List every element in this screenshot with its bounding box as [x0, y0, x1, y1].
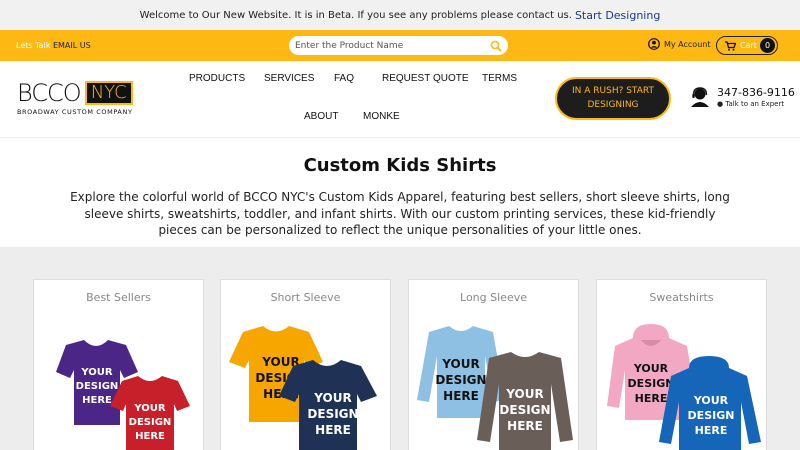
- nav-monke[interactable]: MONKE: [363, 111, 400, 122]
- support-agent-icon: [691, 87, 709, 107]
- cart-label: Cart: [740, 41, 757, 50]
- print-line-3: HERE: [135, 431, 165, 442]
- rush-start-designing-button[interactable]: IN A RUSH? START DESIGNING: [555, 77, 671, 120]
- print-line-1: YOUR: [133, 403, 166, 414]
- rush-line-1: IN A RUSH? START: [572, 86, 654, 96]
- lets-talk: Lets Talk EMAIL US: [16, 41, 91, 50]
- phone-number: 347-836-9116: [717, 86, 795, 99]
- print-line-2: DESIGN: [307, 407, 358, 421]
- email-us-link[interactable]: EMAIL US: [53, 41, 91, 50]
- print-line-1: YOUR: [80, 367, 113, 378]
- site-header: BCCO NYC BROADWAY CUSTOM COMPANY PRODUCT…: [0, 61, 800, 137]
- my-account-link[interactable]: My Account: [648, 38, 710, 50]
- card-title: Long Sleeve: [460, 291, 527, 304]
- phone-contact[interactable]: 347-836-9116 ● Talk to an Expert: [689, 86, 795, 108]
- nav-terms[interactable]: TERMS: [482, 73, 517, 84]
- utility-bar: Lets Talk EMAIL US My Account Cart 0: [0, 30, 800, 61]
- rush-line-2: DESIGNING: [587, 100, 639, 110]
- print-line-3: HERE: [507, 419, 543, 433]
- cart-count-badge: 0: [760, 38, 775, 53]
- logo-subtitle: BROADWAY CUSTOM COMPANY: [17, 108, 133, 116]
- bcco-logo[interactable]: BCCO NYC BROADWAY CUSTOM COMPANY: [17, 79, 153, 116]
- category-card-long-sleeve[interactable]: Long Sleeve YOUR DESIGN HERE YOUR DESIGN…: [408, 279, 579, 450]
- category-card-short-sleeve[interactable]: Short Sleeve YOUR DESIGN HERE YOUR DESIG…: [220, 279, 391, 450]
- print-line-1: YOUR: [505, 387, 543, 401]
- best-sellers-shirts-image: YOUR DESIGN HERE YOUR DESIGN HERE: [56, 340, 190, 450]
- search-icon[interactable]: [490, 40, 502, 52]
- print-line-2: DESIGN: [628, 377, 675, 390]
- print-line-3: HERE: [695, 424, 728, 437]
- print-line-1: YOUR: [693, 394, 729, 407]
- nav-faq[interactable]: FAQ: [334, 73, 354, 84]
- print-line-2: DESIGN: [688, 409, 735, 422]
- card-title: Best Sellers: [86, 291, 151, 304]
- talk-to-expert: ● Talk to an Expert: [717, 100, 785, 108]
- print-line-3: HERE: [315, 423, 351, 437]
- nav-services[interactable]: SERVICES: [264, 73, 314, 84]
- search-box: [289, 36, 508, 55]
- card-title: Sweatshirts: [649, 291, 714, 304]
- announcement-text: Welcome to Our New Website. It is in Bet…: [139, 9, 572, 21]
- print-line-2: DESIGN: [76, 381, 119, 392]
- nav-products[interactable]: PRODUCTS: [189, 73, 245, 84]
- search-input[interactable]: [295, 40, 475, 51]
- print-line-3: HERE: [443, 389, 479, 403]
- print-line-1: YOUR: [313, 391, 351, 405]
- intro-description: Explore the colorful world of BCCO NYC's…: [70, 190, 730, 237]
- print-line-2: DESIGN: [129, 417, 172, 428]
- nav-request-quote[interactable]: REQUEST QUOTE: [382, 73, 469, 84]
- short-sleeve-shirts-image: YOUR DESIGN HERE YOUR DESIGN HERE: [229, 326, 377, 450]
- cart-button[interactable]: Cart 0: [716, 36, 778, 55]
- intro-section: Custom Kids Shirts Explore the colorful …: [0, 137, 800, 247]
- lets-talk-label: Lets Talk: [16, 41, 51, 50]
- logo-accent: NYC: [84, 81, 133, 105]
- logo-main: BCCO: [17, 79, 82, 107]
- my-account-label: My Account: [664, 39, 711, 49]
- sweatshirts-image: YOUR DESIGN HERE YOUR DESIGN HERE: [607, 324, 761, 450]
- print-line-3: HERE: [82, 395, 112, 406]
- print-line-1: YOUR: [633, 362, 669, 375]
- page-title: Custom Kids Shirts: [303, 155, 497, 176]
- nav-about[interactable]: ABOUT: [304, 111, 338, 122]
- user-icon: [648, 38, 660, 50]
- print-line-1: YOUR: [441, 357, 479, 371]
- print-line-3: HERE: [635, 392, 668, 405]
- announcement-bar: Welcome to Our New Website. It is in Bet…: [0, 0, 800, 30]
- long-sleeve-shirts-image: YOUR DESIGN HERE YOUR DESIGN HERE: [417, 326, 573, 450]
- category-card-sweatshirts[interactable]: Sweatshirts YOUR DESIGN HERE YOUR DESIGN…: [596, 279, 767, 450]
- print-line-2: DESIGN: [499, 403, 550, 417]
- print-line-2: DESIGN: [435, 373, 486, 387]
- cart-icon: [725, 40, 736, 51]
- start-designing-link[interactable]: Start Designing: [575, 9, 660, 22]
- card-title: Short Sleeve: [270, 291, 341, 304]
- category-card-best-sellers[interactable]: Best Sellers YOUR DESIGN HERE YOUR DESIG…: [33, 279, 204, 450]
